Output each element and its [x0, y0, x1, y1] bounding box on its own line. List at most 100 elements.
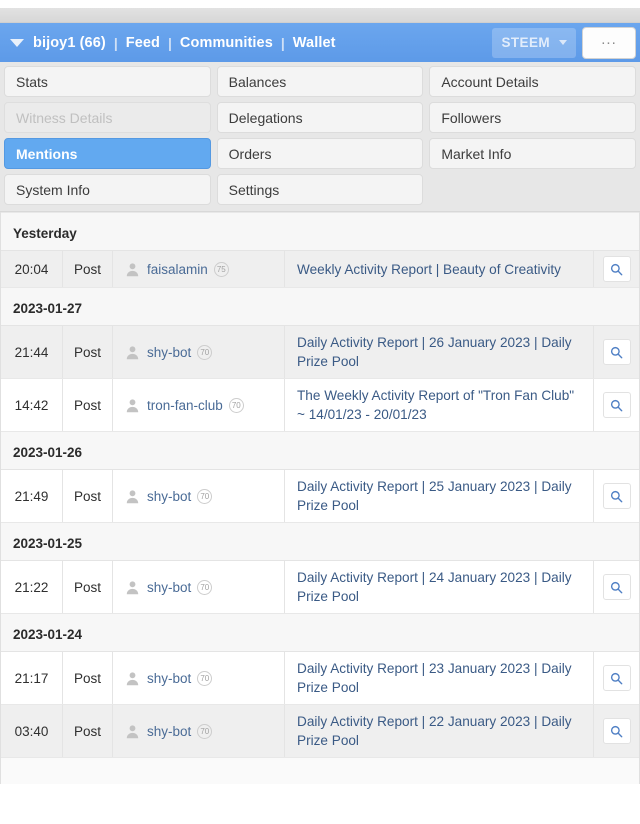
- row-title-cell[interactable]: Daily Activity Report | 26 January 2023 …: [285, 326, 594, 378]
- search-icon: [610, 490, 623, 502]
- row-search-button[interactable]: [602, 339, 631, 365]
- reputation-badge: 70: [228, 397, 244, 413]
- row-search-button[interactable]: [602, 718, 631, 744]
- post-title-link[interactable]: Weekly Activity Report | Beauty of Creat…: [297, 260, 561, 279]
- date-group-header: 2023-01-24: [1, 614, 639, 652]
- user-avatar-icon: [126, 262, 139, 276]
- search-icon: [610, 346, 623, 358]
- row-title-cell[interactable]: Daily Activity Report | 22 January 2023 …: [285, 705, 594, 757]
- nav-separator: |: [280, 34, 285, 51]
- tab-delegations[interactable]: Delegations: [216, 102, 424, 133]
- tab-panel: Stats Balances Account Details Witness D…: [0, 62, 640, 212]
- author-name[interactable]: shy-bot: [147, 489, 191, 504]
- row-time: 03:40: [1, 705, 63, 757]
- tab-account-details[interactable]: Account Details: [429, 66, 636, 97]
- post-title-link[interactable]: Daily Activity Report | 26 January 2023 …: [297, 333, 583, 371]
- search-icon: [610, 399, 623, 411]
- row-time: 20:04: [1, 251, 63, 287]
- row-time: 21:49: [1, 470, 63, 522]
- row-search-button[interactable]: [602, 665, 631, 691]
- row-action-cell: [594, 379, 639, 431]
- nav-separator: |: [168, 34, 172, 51]
- tab-witness-details: Witness Details: [4, 102, 211, 133]
- tab-balances[interactable]: Balances: [216, 66, 424, 97]
- table-row[interactable]: 03:40 Post shy-bot 70 Daily Activity Rep…: [1, 705, 639, 758]
- navbar-right-group: STEEM ...: [492, 26, 636, 59]
- row-author-cell[interactable]: shy-bot 70: [113, 326, 285, 378]
- row-author-cell[interactable]: faisalamin 75: [113, 251, 285, 287]
- tab-followers[interactable]: Followers: [429, 102, 636, 133]
- search-icon: [610, 725, 623, 737]
- author-wrap: shy-bot 70: [125, 344, 213, 360]
- search-icon: [610, 263, 623, 275]
- row-type: Post: [63, 326, 113, 378]
- browser-toolbar-strip: [0, 8, 640, 23]
- app-window: bijoy1 (66) | Feed | Communities | Walle…: [0, 0, 640, 824]
- main-navbar: bijoy1 (66) | Feed | Communities | Walle…: [0, 23, 640, 62]
- browser-top-strip: [0, 0, 640, 8]
- row-search-button[interactable]: [602, 574, 631, 600]
- tab-system-info[interactable]: System Info: [4, 174, 211, 205]
- row-author-cell[interactable]: tron-fan-club 70: [113, 379, 285, 431]
- row-search-button[interactable]: [602, 256, 631, 282]
- tab-placeholder: [429, 174, 636, 205]
- nav-separator: |: [113, 34, 118, 51]
- row-search-button[interactable]: [602, 392, 631, 418]
- row-author-cell[interactable]: shy-bot 70: [113, 561, 285, 613]
- table-row[interactable]: 21:22 Post shy-bot 70 Daily Activity Rep…: [1, 561, 639, 614]
- post-title-link[interactable]: The Weekly Activity Report of "Tron Fan …: [297, 386, 583, 424]
- author-name[interactable]: tron-fan-club: [147, 398, 223, 413]
- row-type: Post: [63, 379, 113, 431]
- table-row[interactable]: 21:49 Post shy-bot 70 Daily Activity Rep…: [1, 470, 639, 523]
- row-author-cell[interactable]: shy-bot 70: [113, 470, 285, 522]
- date-group-header: 2023-01-25: [1, 523, 639, 561]
- user-avatar-icon: [126, 724, 139, 738]
- table-footer-space: [0, 758, 640, 784]
- post-title-link[interactable]: Daily Activity Report | 23 January 2023 …: [297, 659, 583, 697]
- table-row[interactable]: 21:44 Post shy-bot 70 Daily Activity Rep…: [1, 326, 639, 379]
- row-title-cell[interactable]: The Weekly Activity Report of "Tron Fan …: [285, 379, 594, 431]
- row-time: 21:22: [1, 561, 63, 613]
- more-menu-button[interactable]: ...: [582, 26, 636, 59]
- table-row[interactable]: 20:04 Post faisalamin 75 Weekly Activity…: [1, 251, 639, 288]
- author-name[interactable]: faisalamin: [147, 262, 208, 277]
- nav-link-communities[interactable]: Communities: [180, 35, 273, 51]
- account-menu-label[interactable]: bijoy1 (66): [33, 35, 106, 51]
- row-author-cell[interactable]: shy-bot 70: [113, 705, 285, 757]
- post-title-link[interactable]: Daily Activity Report | 25 January 2023 …: [297, 477, 583, 515]
- row-time: 14:42: [1, 379, 63, 431]
- row-title-cell[interactable]: Weekly Activity Report | Beauty of Creat…: [285, 251, 594, 287]
- post-title-link[interactable]: Daily Activity Report | 24 January 2023 …: [297, 568, 583, 606]
- user-avatar-icon: [126, 345, 139, 359]
- tab-orders[interactable]: Orders: [216, 138, 424, 169]
- row-type: Post: [63, 251, 113, 287]
- reputation-badge: 70: [197, 723, 213, 739]
- author-name[interactable]: shy-bot: [147, 671, 191, 686]
- row-author-cell[interactable]: shy-bot 70: [113, 652, 285, 704]
- author-name[interactable]: shy-bot: [147, 345, 191, 360]
- user-avatar-icon: [126, 671, 139, 685]
- author-name[interactable]: shy-bot: [147, 724, 191, 739]
- chain-selector-label: STEEM: [501, 35, 550, 50]
- tab-settings[interactable]: Settings: [216, 174, 424, 205]
- tab-market-info[interactable]: Market Info: [429, 138, 636, 169]
- caret-down-icon[interactable]: [10, 38, 24, 47]
- reputation-badge: 70: [197, 344, 213, 360]
- tab-stats[interactable]: Stats: [4, 66, 211, 97]
- row-type: Post: [63, 470, 113, 522]
- chain-selector[interactable]: STEEM: [492, 27, 576, 58]
- row-title-cell[interactable]: Daily Activity Report | 25 January 2023 …: [285, 470, 594, 522]
- search-icon: [610, 672, 623, 684]
- user-avatar-icon: [126, 489, 139, 503]
- row-search-button[interactable]: [602, 483, 631, 509]
- row-title-cell[interactable]: Daily Activity Report | 24 January 2023 …: [285, 561, 594, 613]
- author-wrap: shy-bot 70: [125, 670, 213, 686]
- author-name[interactable]: shy-bot: [147, 580, 191, 595]
- tab-mentions[interactable]: Mentions: [4, 138, 211, 169]
- row-title-cell[interactable]: Daily Activity Report | 23 January 2023 …: [285, 652, 594, 704]
- table-row[interactable]: 21:17 Post shy-bot 70 Daily Activity Rep…: [1, 652, 639, 705]
- nav-link-feed[interactable]: Feed: [126, 35, 160, 51]
- post-title-link[interactable]: Daily Activity Report | 22 January 2023 …: [297, 712, 583, 750]
- nav-link-wallet[interactable]: Wallet: [293, 35, 336, 51]
- table-row[interactable]: 14:42 Post tron-fan-club 70 The Weekly A…: [1, 379, 639, 432]
